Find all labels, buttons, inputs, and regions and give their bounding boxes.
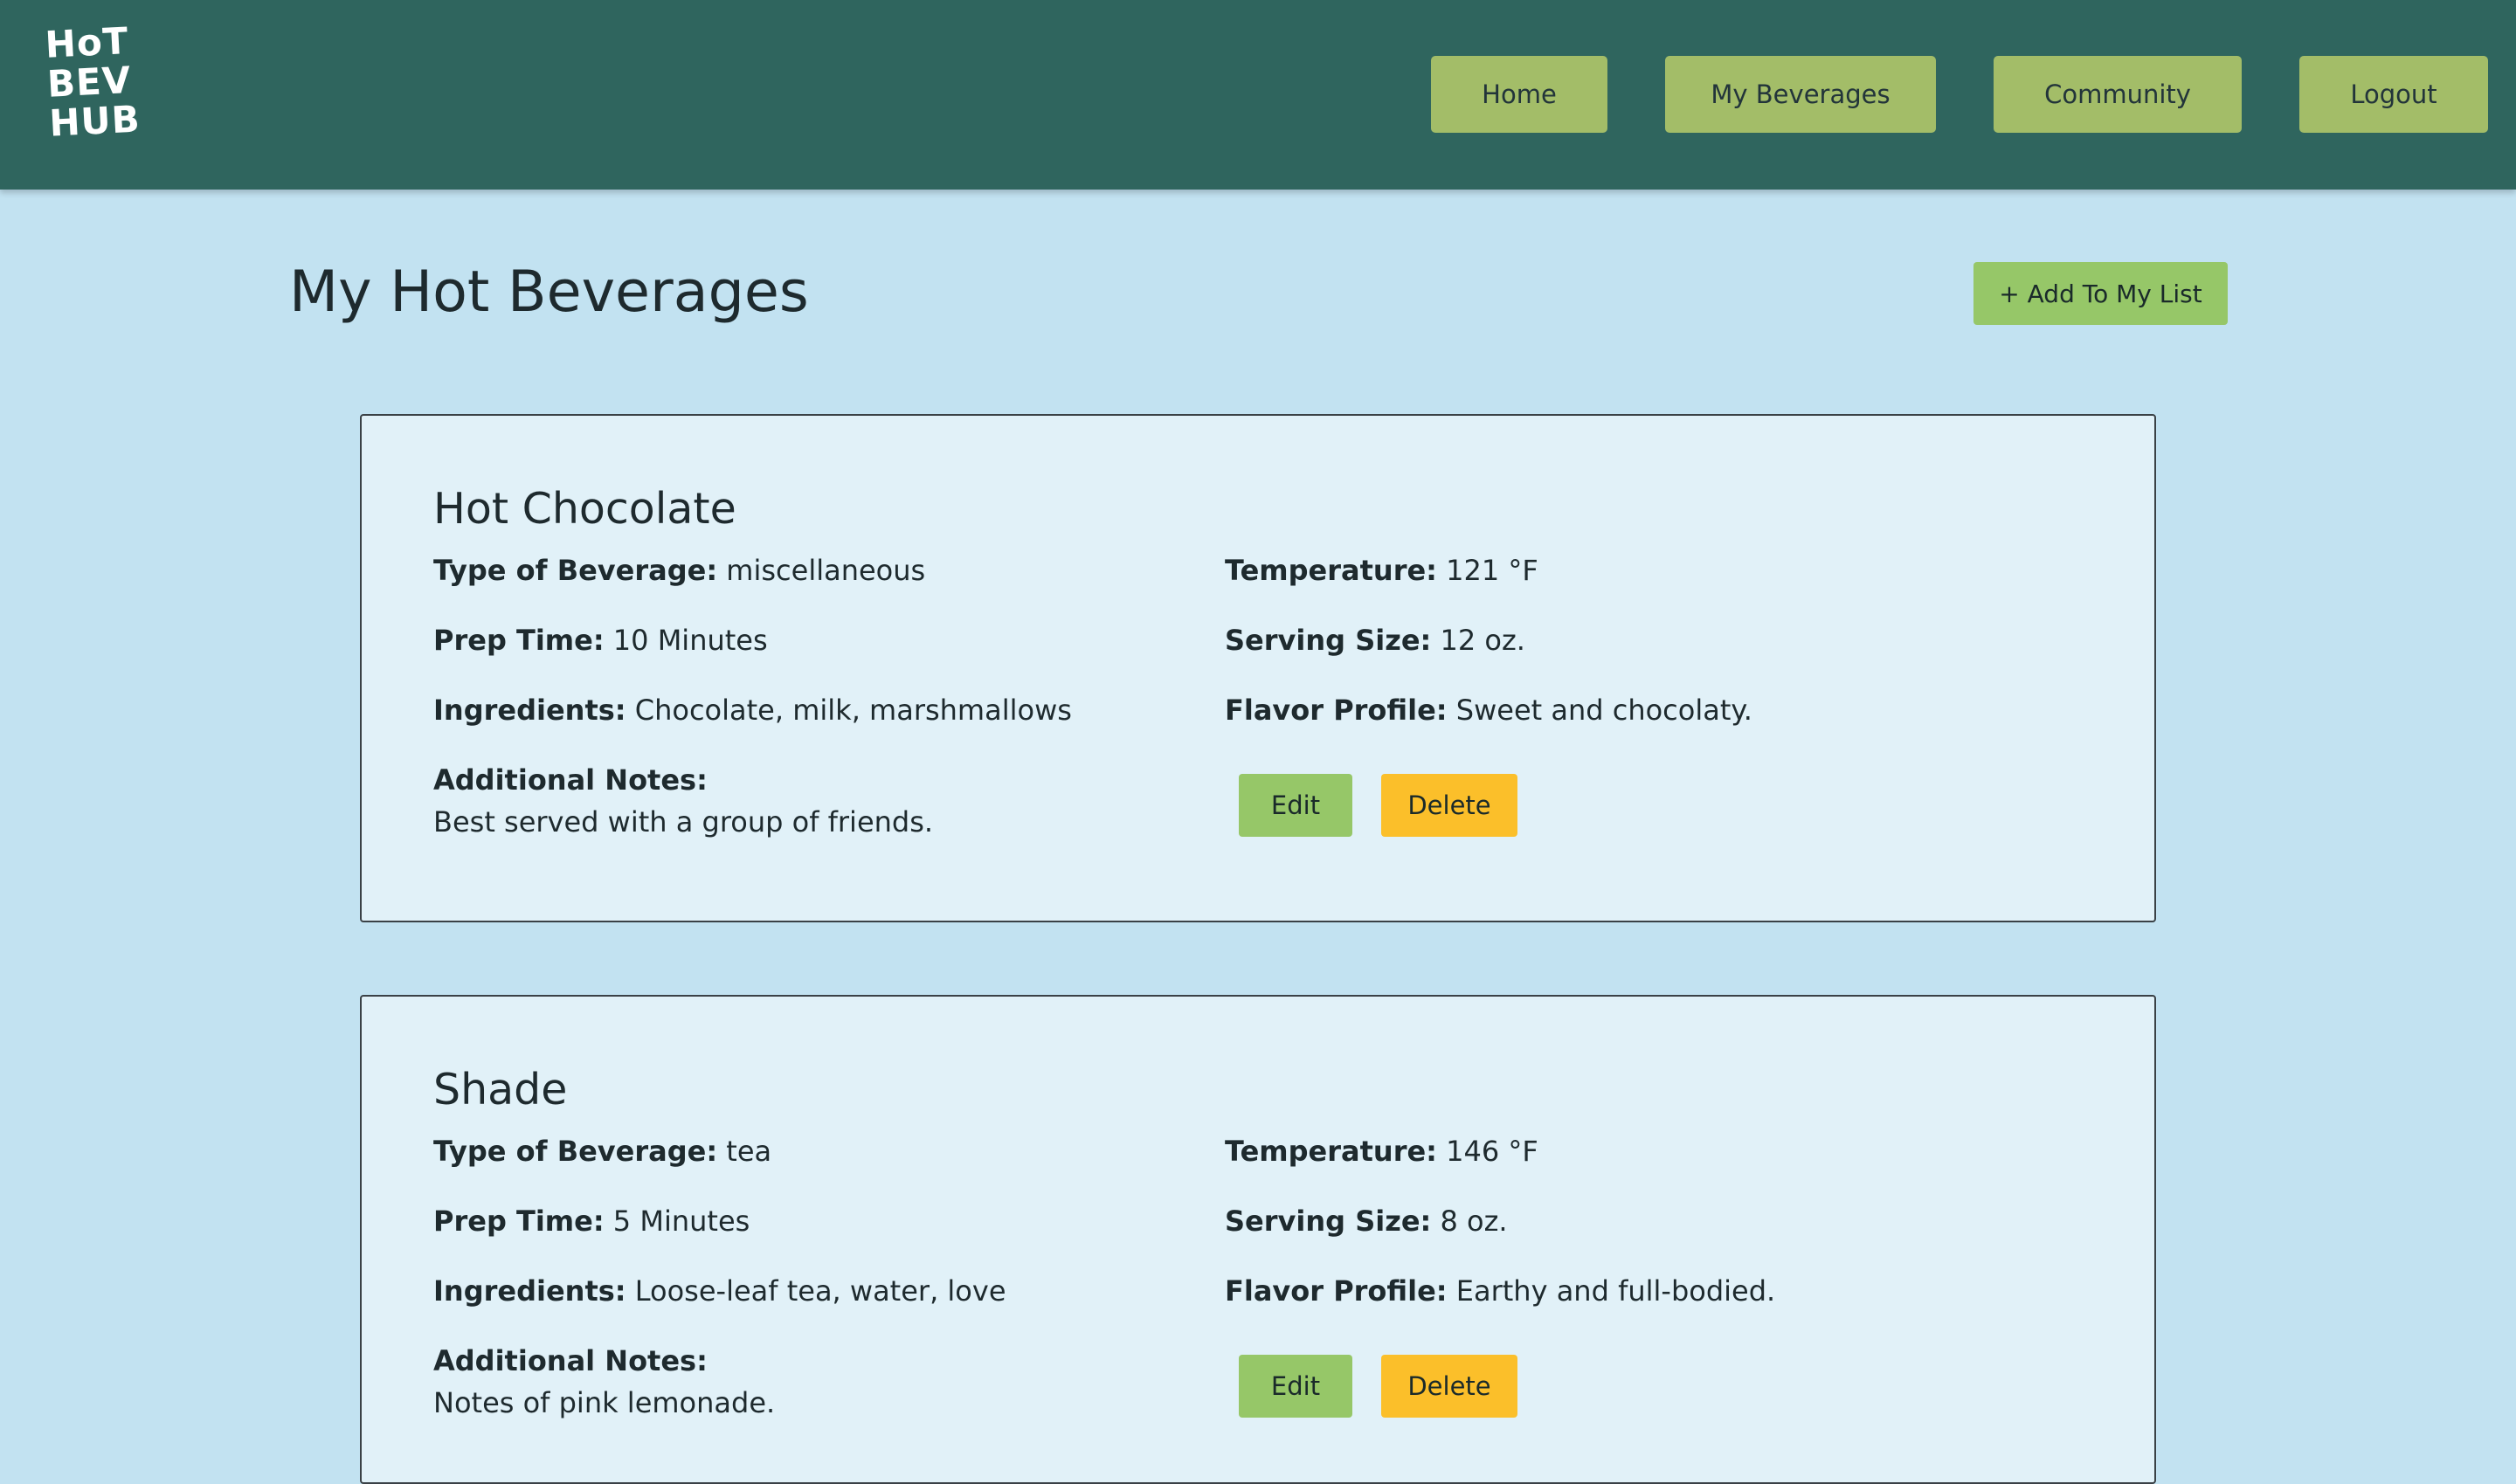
temperature-label: Temperature: [1225, 554, 1437, 587]
nav-my-beverages-button[interactable]: My Beverages [1665, 56, 1936, 133]
beverage-card: Hot Chocolate Type of Beverage: miscella… [360, 414, 2156, 922]
beverage-serving-size: Serving Size: 8 oz. [1225, 1201, 1508, 1241]
nav-home-button[interactable]: Home [1431, 56, 1607, 133]
ingredients-value: Loose-leaf tea, water, love [634, 1274, 1006, 1308]
temperature-value: 121 °F [1446, 554, 1538, 587]
temperature-value: 146 °F [1446, 1135, 1538, 1168]
nav-community-button[interactable]: Community [1994, 56, 2242, 133]
notes-label-text: Additional Notes: [433, 763, 708, 797]
prep-time-label: Prep Time: [433, 624, 605, 657]
type-label: Type of Beverage: [433, 554, 718, 587]
beverage-ingredients: Ingredients: Chocolate, milk, marshmallo… [433, 690, 1072, 730]
beverage-prep-time: Prep Time: 10 Minutes [433, 620, 768, 660]
beverage-name: Shade [433, 1065, 568, 1115]
ingredients-label: Ingredients: [433, 1274, 626, 1308]
serving-size-label: Serving Size: [1225, 1204, 1432, 1238]
edit-button[interactable]: Edit [1239, 774, 1352, 837]
type-value: tea [726, 1135, 772, 1168]
flavor-profile-value: Earthy and full-bodied. [1455, 1274, 1776, 1308]
flavor-profile-label: Flavor Profile: [1225, 694, 1448, 727]
prep-time-value: 10 Minutes [612, 624, 768, 657]
notes-label-text: Additional Notes: [433, 1344, 708, 1377]
navbar: HoT BEV HUB Home My Beverages Community … [0, 0, 2516, 190]
beverage-temperature: Temperature: 121 °F [1225, 550, 1538, 590]
page-title: My Hot Beverages [289, 259, 809, 325]
type-value: miscellaneous [726, 554, 926, 587]
serving-size-label: Serving Size: [1225, 624, 1432, 657]
beverage-ingredients: Ingredients: Loose-leaf tea, water, love [433, 1271, 1006, 1311]
notes-label: Additional Notes: [433, 760, 708, 800]
temperature-label: Temperature: [1225, 1135, 1437, 1168]
nav-logout-button[interactable]: Logout [2299, 56, 2488, 133]
serving-size-value: 12 oz. [1440, 624, 1525, 657]
hot-bev-hub-logo[interactable]: HoT BEV HUB [44, 19, 147, 145]
prep-time-value: 5 Minutes [612, 1204, 750, 1238]
beverage-temperature: Temperature: 146 °F [1225, 1131, 1538, 1171]
beverage-card: Shade Type of Beverage: tea Temperature:… [360, 995, 2156, 1484]
ingredients-value: Chocolate, milk, marshmallows [634, 694, 1072, 727]
beverage-type: Type of Beverage: tea [433, 1131, 771, 1171]
flavor-profile-value: Sweet and chocolaty. [1455, 694, 1752, 727]
edit-button[interactable]: Edit [1239, 1355, 1352, 1418]
delete-button[interactable]: Delete [1381, 774, 1517, 837]
beverage-serving-size: Serving Size: 12 oz. [1225, 620, 1525, 660]
notes-value: Best served with a group of friends. [433, 805, 934, 839]
serving-size-value: 8 oz. [1440, 1204, 1508, 1238]
notes-value: Notes of pink lemonade. [433, 1386, 776, 1419]
flavor-profile-label: Flavor Profile: [1225, 1274, 1448, 1308]
delete-button[interactable]: Delete [1381, 1355, 1517, 1418]
type-label: Type of Beverage: [433, 1135, 718, 1168]
add-to-my-list-button[interactable]: + Add To My List [1973, 262, 2228, 325]
beverage-name: Hot Chocolate [433, 484, 736, 534]
beverage-type: Type of Beverage: miscellaneous [433, 550, 925, 590]
ingredients-label: Ingredients: [433, 694, 626, 727]
beverage-prep-time: Prep Time: 5 Minutes [433, 1201, 750, 1241]
beverage-flavor-profile: Flavor Profile: Earthy and full-bodied. [1225, 1271, 1775, 1311]
logo-line-3: HUB [48, 97, 142, 145]
beverage-flavor-profile: Flavor Profile: Sweet and chocolaty. [1225, 690, 1752, 730]
prep-time-label: Prep Time: [433, 1204, 605, 1238]
notes-label: Additional Notes: [433, 1341, 708, 1381]
